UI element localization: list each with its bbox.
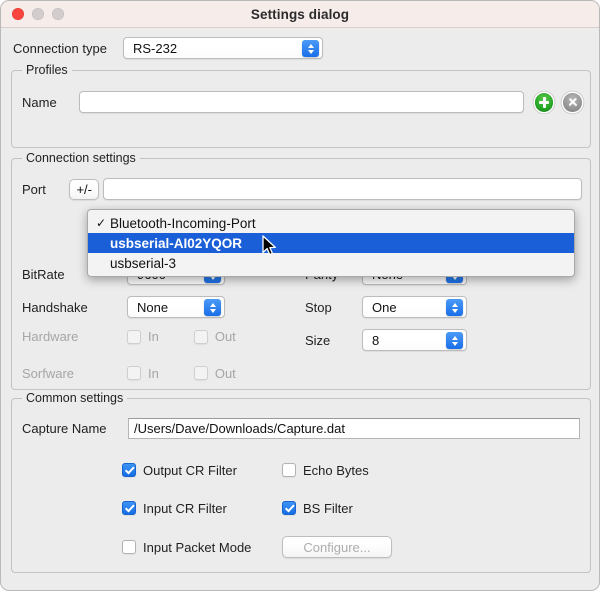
bs-filter-row[interactable]: BS Filter (282, 501, 353, 516)
connection-type-label: Connection type (13, 40, 107, 56)
menu-item-usbserial-3[interactable]: usbserial-3 (88, 253, 574, 273)
connection-type-select[interactable]: RS-232 (123, 37, 323, 59)
port-plusminus-button[interactable]: +/- (69, 178, 100, 200)
size-value: 8 (372, 332, 380, 348)
hardware-label: Hardware (22, 329, 79, 344)
profile-name-combobox[interactable] (78, 91, 524, 113)
menu-item-label: usbserial-AI02YQOR (110, 235, 243, 251)
input-cr-filter-row[interactable]: Input CR Filter (122, 501, 282, 516)
capture-name-label: Capture Name (22, 421, 107, 436)
add-profile-button[interactable] (534, 92, 554, 112)
menu-item-label: usbserial-3 (110, 255, 177, 271)
stop-row: Stop One (305, 296, 467, 318)
hardware-out-checkbox[interactable] (193, 329, 208, 344)
software-row: Sorfware In Out (22, 362, 582, 384)
echo-bytes-label: Echo Bytes (303, 462, 369, 478)
hardware-in-checkbox[interactable] (127, 329, 141, 344)
connection-type-value: RS-232 (133, 40, 178, 56)
title-bar: Settings dialog (1, 1, 599, 28)
hardware-size-row: Hardware In Out Size 8 (22, 329, 582, 351)
filters-row-1: Output CR Filter Echo Bytes (122, 459, 542, 481)
handshake-label: Handshake (22, 299, 88, 315)
menu-item-usbserial-ai02yqor[interactable]: usbserial-AI02YQOR (88, 233, 574, 253)
hardware-in-checkbox-row[interactable]: In (127, 329, 159, 344)
chevron-updown-icon (87, 98, 94, 106)
remove-profile-button[interactable] (563, 92, 582, 112)
checkmark-icon: ✓ (95, 216, 107, 230)
port-row: Port +/- (22, 178, 582, 200)
chevron-updown-icon (446, 332, 463, 349)
menu-item-label: Bluetooth-Incoming-Port (110, 215, 256, 231)
software-in-checkbox-row[interactable]: In (127, 366, 159, 381)
software-out-checkbox-row[interactable]: Out (193, 365, 236, 381)
filters-row-2: Input CR Filter BS Filter (122, 497, 542, 519)
filters-checkbox-grid: Output CR Filter Echo Bytes Input CR Fil… (122, 459, 542, 558)
handshake-select[interactable]: None (127, 296, 225, 318)
stop-label: Stop (305, 299, 332, 315)
size-select[interactable]: 8 (362, 329, 467, 351)
output-cr-filter-checkbox[interactable] (122, 463, 136, 477)
handshake-value: None (137, 299, 169, 315)
software-in-checkbox[interactable] (127, 366, 141, 380)
port-dropdown-menu[interactable]: ✓ Bluetooth-Incoming-Port usbserial-AI02… (87, 209, 575, 277)
bs-filter-checkbox[interactable] (282, 501, 296, 515)
profiles-group: Profiles Name (11, 63, 591, 148)
chevron-updown-icon (302, 40, 319, 57)
settings-dialog-window: Settings dialog Connection type RS-232 P… (0, 0, 600, 591)
capture-name-input[interactable]: /Users/Dave/Downloads/Capture.dat (128, 418, 580, 439)
echo-bytes-row[interactable]: Echo Bytes (282, 463, 369, 478)
input-cr-filter-label: Input CR Filter (143, 500, 227, 516)
window-title: Settings dialog (250, 6, 350, 22)
bs-filter-label: BS Filter (303, 500, 353, 516)
hardware-in-label: In (148, 329, 159, 344)
output-cr-filter-label: Output CR Filter (143, 462, 237, 478)
port-plusminus-label: +/- (76, 181, 92, 197)
profile-name-label: Name (22, 94, 57, 110)
profile-name-row: Name (22, 91, 582, 113)
capture-name-row: Capture Name /Users/Dave/Downloads/Captu… (22, 418, 582, 439)
chevron-updown-icon (446, 299, 463, 316)
echo-bytes-checkbox[interactable] (282, 463, 296, 477)
software-label: Sorfware (22, 365, 75, 381)
configure-button-label: Configure... (303, 539, 371, 555)
port-label: Port (22, 181, 46, 197)
port-combobox[interactable] (103, 178, 582, 200)
software-out-checkbox[interactable] (193, 366, 208, 380)
hardware-out-checkbox-row[interactable]: Out (193, 329, 236, 344)
size-row: Size 8 (305, 329, 467, 351)
common-settings-group: Common settings Capture Name /Users/Dave… (11, 391, 591, 573)
input-cr-filter-checkbox[interactable] (122, 501, 136, 515)
software-in-label: In (148, 365, 159, 381)
handshake-row: Handshake None (22, 296, 225, 318)
chevron-updown-icon (204, 299, 221, 316)
filters-row-3: Input Packet Mode Configure... (122, 536, 542, 558)
hardware-out-label: Out (214, 329, 236, 344)
size-label: Size (305, 332, 331, 348)
configure-button[interactable]: Configure... (282, 536, 392, 558)
common-settings-group-title: Common settings (22, 391, 128, 405)
stop-select[interactable]: One (362, 296, 467, 318)
software-out-label: Out (214, 365, 236, 381)
handshake-stop-row: Handshake None Stop One (22, 296, 582, 318)
chevron-updown-icon (112, 185, 119, 193)
menu-item-bluetooth-incoming-port[interactable]: ✓ Bluetooth-Incoming-Port (88, 213, 574, 233)
profiles-group-title: Profiles (22, 63, 72, 77)
capture-name-value: /Users/Dave/Downloads/Capture.dat (134, 421, 345, 436)
dialog-content: Connection type RS-232 Profiles Name Con… (1, 28, 599, 590)
input-packet-mode-label: Input Packet Mode (143, 539, 252, 555)
output-cr-filter-row[interactable]: Output CR Filter (122, 463, 282, 478)
input-packet-mode-checkbox[interactable] (122, 540, 136, 554)
hardware-row: Hardware In Out (22, 329, 236, 344)
connection-settings-group-title: Connection settings (22, 151, 140, 165)
stop-value: One (372, 299, 397, 315)
connection-type-row: Connection type RS-232 (13, 37, 343, 59)
input-packet-mode-row[interactable]: Input Packet Mode (122, 540, 282, 555)
